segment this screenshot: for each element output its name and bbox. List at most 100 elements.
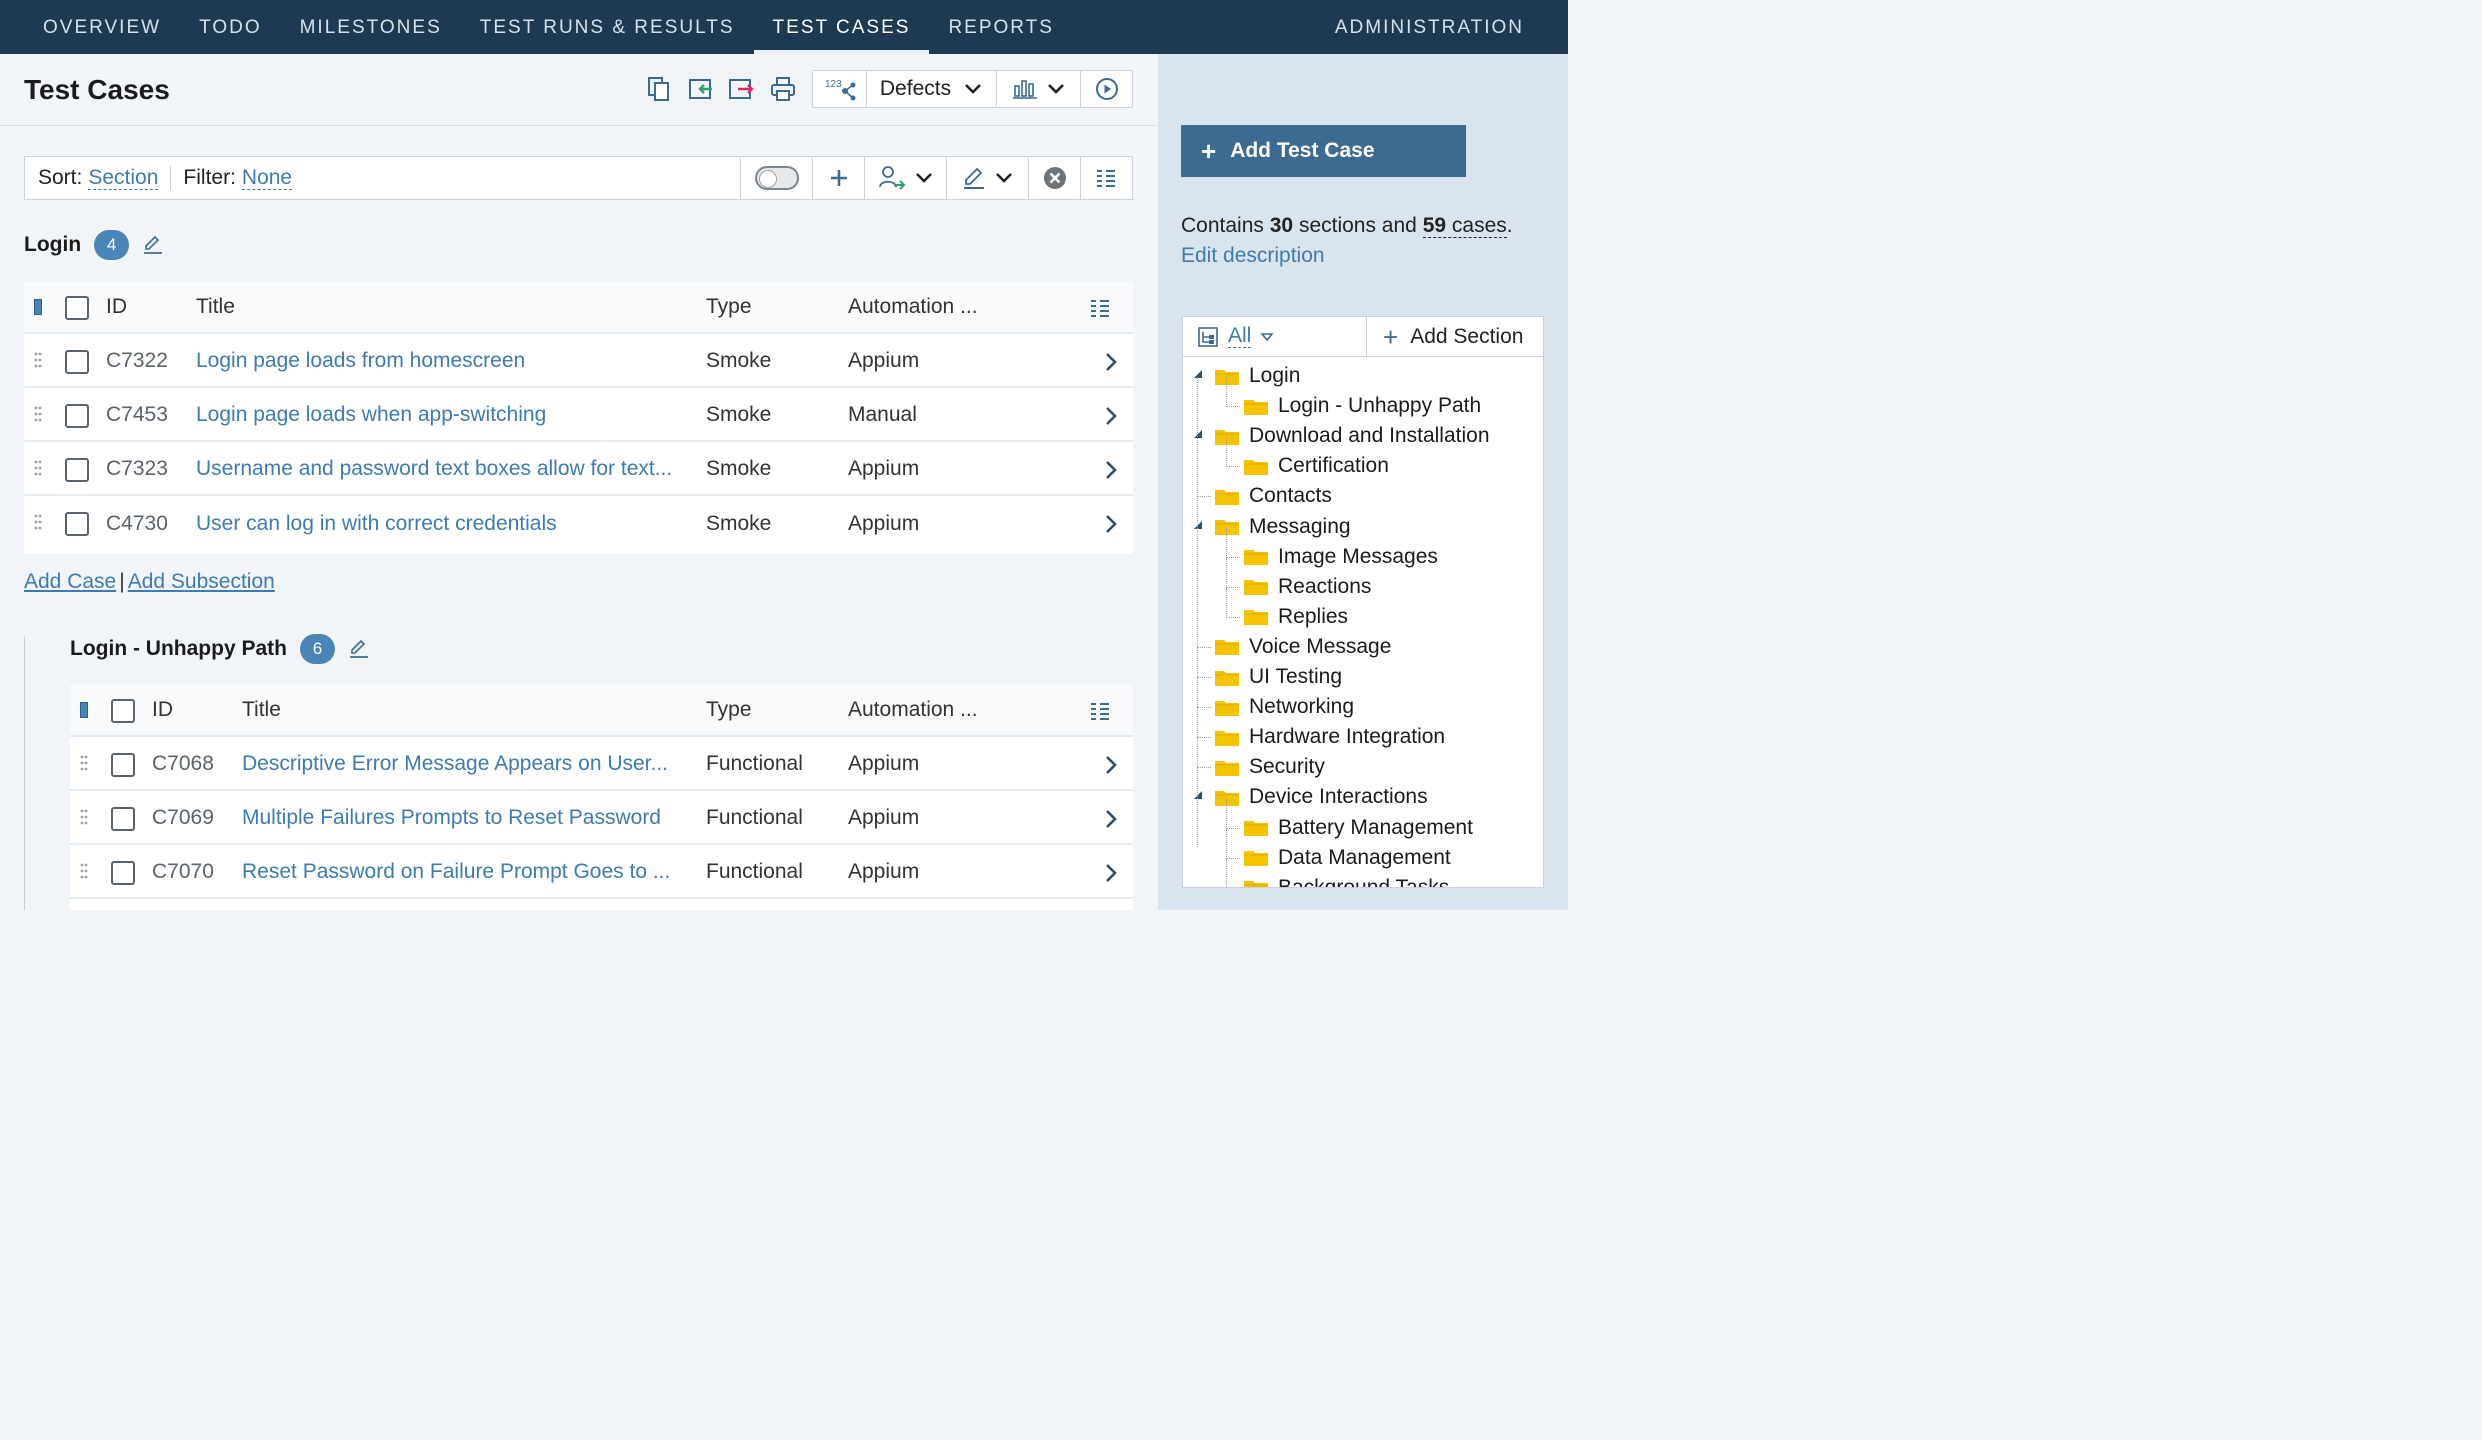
chevron-right-icon[interactable] [1104, 406, 1118, 426]
case-title-link[interactable]: Descriptive Error Message Appears on Use… [242, 752, 682, 776]
toggle-switch[interactable] [754, 166, 799, 190]
columns-button[interactable] [1081, 157, 1131, 199]
chevron-right-icon[interactable] [1104, 755, 1118, 775]
edit-dropdown[interactable] [947, 157, 1029, 199]
chevron-right-icon[interactable] [1104, 809, 1118, 829]
row-checkbox[interactable] [65, 350, 89, 374]
add-subsection-link[interactable]: Add Subsection [128, 570, 275, 593]
header-automation[interactable]: Automation ... [848, 295, 978, 319]
chevron-right-icon[interactable] [1104, 460, 1118, 480]
drag-handle-icon[interactable] [34, 406, 42, 422]
edit-section-icon[interactable] [349, 639, 369, 659]
export-icon[interactable] [728, 76, 754, 102]
edit-description-link[interactable]: Edit description [1181, 244, 1325, 268]
header-id[interactable]: ID [152, 698, 173, 722]
columns-icon[interactable] [1089, 298, 1111, 318]
tree-node[interactable]: Image Messages [1244, 542, 1438, 572]
header-type[interactable]: Type [706, 295, 752, 319]
case-title-link[interactable]: Login page loads when app-switching [196, 403, 686, 427]
tree-node[interactable]: Login - Unhappy Path [1244, 391, 1481, 421]
row-checkbox[interactable] [65, 404, 89, 428]
row-checkbox[interactable] [65, 458, 89, 482]
tree-node[interactable]: Voice Message [1215, 632, 1391, 662]
compact-toggle[interactable] [741, 157, 813, 199]
header-title[interactable]: Title [242, 698, 281, 722]
tree-node[interactable]: Background Tasks [1244, 873, 1449, 887]
tree-filter[interactable]: All [1183, 317, 1367, 356]
tree-node[interactable]: Networking [1215, 692, 1354, 722]
table-row[interactable]: C7068 Descriptive Error Message Appears … [70, 739, 1133, 791]
drag-handle-icon[interactable] [34, 460, 42, 476]
tree-node[interactable]: Data Management [1244, 843, 1451, 873]
add-test-case-button[interactable]: + Add Test Case [1181, 125, 1466, 177]
sort-link[interactable]: Section [88, 166, 159, 190]
tree-node[interactable]: Reactions [1244, 572, 1371, 602]
select-all-checkbox[interactable] [111, 699, 135, 723]
header-type[interactable]: Type [706, 698, 752, 722]
columns-icon[interactable] [1089, 701, 1111, 721]
print-icon[interactable] [770, 76, 796, 102]
tree-node[interactable]: Device Interactions [1215, 782, 1428, 812]
edit-section-icon[interactable] [143, 235, 163, 255]
nav-test-runs[interactable]: TEST RUNS & RESULTS [461, 0, 754, 54]
nav-milestones[interactable]: MILESTONES [281, 0, 461, 54]
copy-icon[interactable] [646, 76, 672, 102]
chevron-right-icon[interactable] [1104, 514, 1118, 534]
nav-test-cases[interactable]: TEST CASES [753, 0, 930, 54]
tree-node[interactable]: Certification [1244, 451, 1389, 481]
row-checkbox[interactable] [65, 512, 89, 536]
case-title-link[interactable]: Login page loads from homescreen [196, 349, 686, 373]
case-title-link[interactable]: Reset Password on Failure Prompt Goes to… [242, 860, 682, 884]
header-automation[interactable]: Automation ... [848, 698, 978, 722]
run-button[interactable] [1081, 71, 1132, 107]
case-title-link[interactable]: Multiple Failures Prompts to Reset Passw… [242, 806, 682, 830]
assign-dropdown[interactable] [865, 157, 947, 199]
table-row[interactable]: C7323 Username and password text boxes a… [24, 444, 1133, 496]
chevron-right-icon[interactable] [1104, 352, 1118, 372]
row-checkbox[interactable] [111, 753, 135, 777]
case-title-link[interactable]: Username and password text boxes allow f… [196, 457, 686, 481]
expand-triangle-icon[interactable] [1193, 790, 1203, 800]
table-row[interactable]: C7453 Login page loads when app-switchin… [24, 390, 1133, 442]
drag-handle-icon[interactable] [80, 809, 88, 825]
case-title-link[interactable]: User can log in with correct credentials [196, 512, 686, 536]
nav-todo[interactable]: TODO [180, 0, 281, 54]
filter-link[interactable]: None [241, 166, 293, 190]
add-filter-button[interactable] [813, 157, 865, 199]
tree-node[interactable]: Download and Installation [1215, 421, 1490, 451]
drag-handle-icon[interactable] [34, 514, 42, 530]
drag-handle-icon[interactable] [80, 755, 88, 771]
nav-overview[interactable]: OVERVIEW [24, 0, 180, 54]
expand-triangle-icon[interactable] [1193, 369, 1203, 379]
tree-node[interactable]: Hardware Integration [1215, 722, 1445, 752]
header-title[interactable]: Title [196, 295, 235, 319]
tree-node[interactable]: Messaging [1215, 512, 1351, 542]
add-section-button[interactable]: + Add Section [1367, 317, 1543, 356]
tree-node[interactable]: Battery Management [1244, 813, 1473, 843]
tree-node[interactable]: Security [1215, 752, 1325, 782]
table-row[interactable]: C7069 Multiple Failures Prompts to Reset… [70, 793, 1133, 845]
select-all-checkbox[interactable] [65, 296, 89, 320]
table-row[interactable]: C7070 Reset Password on Failure Prompt G… [70, 847, 1133, 899]
tree-node[interactable]: Contacts [1215, 481, 1332, 511]
cases-count-link[interactable]: 59 cases [1422, 214, 1507, 238]
tree-node[interactable]: UI Testing [1215, 662, 1342, 692]
header-id[interactable]: ID [106, 295, 127, 319]
expand-triangle-icon[interactable] [1193, 429, 1203, 439]
table-row[interactable]: C4730 User can log in with correct crede… [24, 498, 1133, 550]
import-icon[interactable] [688, 76, 714, 102]
reports-dropdown[interactable] [997, 71, 1081, 107]
drag-handle-icon[interactable] [80, 863, 88, 879]
delete-button[interactable] [1029, 157, 1081, 199]
defects-dropdown[interactable]: Defects [867, 71, 997, 107]
chevron-right-icon[interactable] [1104, 863, 1118, 883]
nav-reports[interactable]: REPORTS [929, 0, 1073, 54]
row-checkbox[interactable] [111, 807, 135, 831]
sequence-button[interactable]: 123 [813, 71, 867, 107]
tree-node[interactable]: Replies [1244, 602, 1348, 632]
drag-handle-icon[interactable] [34, 352, 42, 368]
tree-node[interactable]: Login [1215, 361, 1300, 391]
row-checkbox[interactable] [111, 861, 135, 885]
nav-administration[interactable]: ADMINISTRATION [1335, 0, 1524, 56]
expand-triangle-icon[interactable] [1193, 520, 1203, 530]
